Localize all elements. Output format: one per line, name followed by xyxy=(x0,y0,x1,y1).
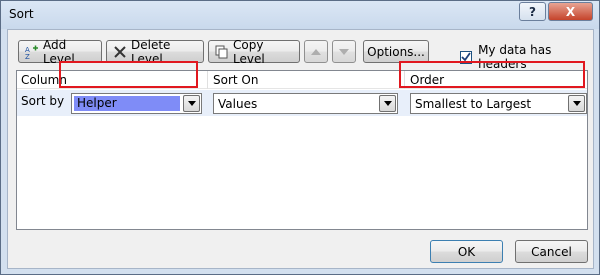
toolbar: A Z Add Level Delete Level Copy Level Op… xyxy=(8,30,593,72)
my-data-has-headers-checkbox[interactable]: My data has headers xyxy=(460,43,593,71)
move-up-icon xyxy=(311,45,321,59)
column-divider xyxy=(404,71,405,89)
add-level-icon: A Z xyxy=(25,45,39,59)
sort-on-header: Sort On xyxy=(213,73,259,87)
order-dropdown-value: Smallest to Largest xyxy=(415,97,532,111)
order-header: Order xyxy=(410,73,445,87)
sort-by-label: Sort by xyxy=(21,94,65,108)
column-divider xyxy=(207,71,208,89)
window-title: Sort xyxy=(9,7,34,21)
delete-level-button[interactable]: Delete Level xyxy=(106,37,204,66)
sort-on-dropdown-value: Values xyxy=(218,97,258,111)
cancel-label: Cancel xyxy=(531,244,572,259)
order-dropdown[interactable]: Smallest to Largest xyxy=(410,93,587,114)
column-header: Column xyxy=(21,73,67,87)
my-data-has-headers-label: My data has headers xyxy=(478,43,552,71)
options-label: Options... xyxy=(367,44,425,59)
sort-dialog: Sort ? X A Z Add Level Delete Level Copy… xyxy=(0,0,600,275)
title-bar[interactable]: Sort ? X xyxy=(1,1,599,29)
column-dropdown-value: Helper xyxy=(74,96,180,111)
help-button[interactable]: ? xyxy=(519,2,546,21)
ok-button[interactable]: OK xyxy=(430,240,503,263)
dialog-body: A Z Add Level Delete Level Copy Level Op… xyxy=(7,29,594,269)
sort-on-dropdown[interactable]: Values xyxy=(213,93,398,114)
move-down-button[interactable] xyxy=(332,40,356,63)
sort-level-row[interactable]: Sort by Helper Values Smallest to Larges… xyxy=(17,90,587,116)
options-button[interactable]: Options... xyxy=(363,40,429,63)
checkmark-icon xyxy=(461,52,471,62)
add-level-button[interactable]: A Z Add Level xyxy=(18,37,102,66)
add-level-label: Add Level xyxy=(43,37,75,66)
svg-text:Z: Z xyxy=(25,53,30,59)
checkbox-box[interactable] xyxy=(460,50,473,64)
copy-icon xyxy=(215,45,229,59)
copy-level-label: Copy Level xyxy=(233,37,265,66)
grid-header: Column Sort On Order xyxy=(17,71,587,89)
delete-level-label: Delete Level xyxy=(131,37,171,66)
move-down-icon xyxy=(339,45,349,59)
sort-levels-grid: Column Sort On Order Sort by Helper Valu… xyxy=(16,70,588,230)
dropdown-arrow-icon[interactable] xyxy=(568,95,585,112)
move-up-button[interactable] xyxy=(304,40,328,63)
dropdown-arrow-icon[interactable] xyxy=(379,95,396,112)
cancel-button[interactable]: Cancel xyxy=(515,240,588,263)
close-button[interactable]: X xyxy=(548,2,593,21)
copy-level-button[interactable]: Copy Level xyxy=(208,37,300,66)
ok-label: OK xyxy=(457,244,476,259)
column-dropdown[interactable]: Helper xyxy=(71,93,202,114)
dropdown-arrow-icon[interactable] xyxy=(183,95,200,112)
delete-x-icon xyxy=(113,45,127,59)
